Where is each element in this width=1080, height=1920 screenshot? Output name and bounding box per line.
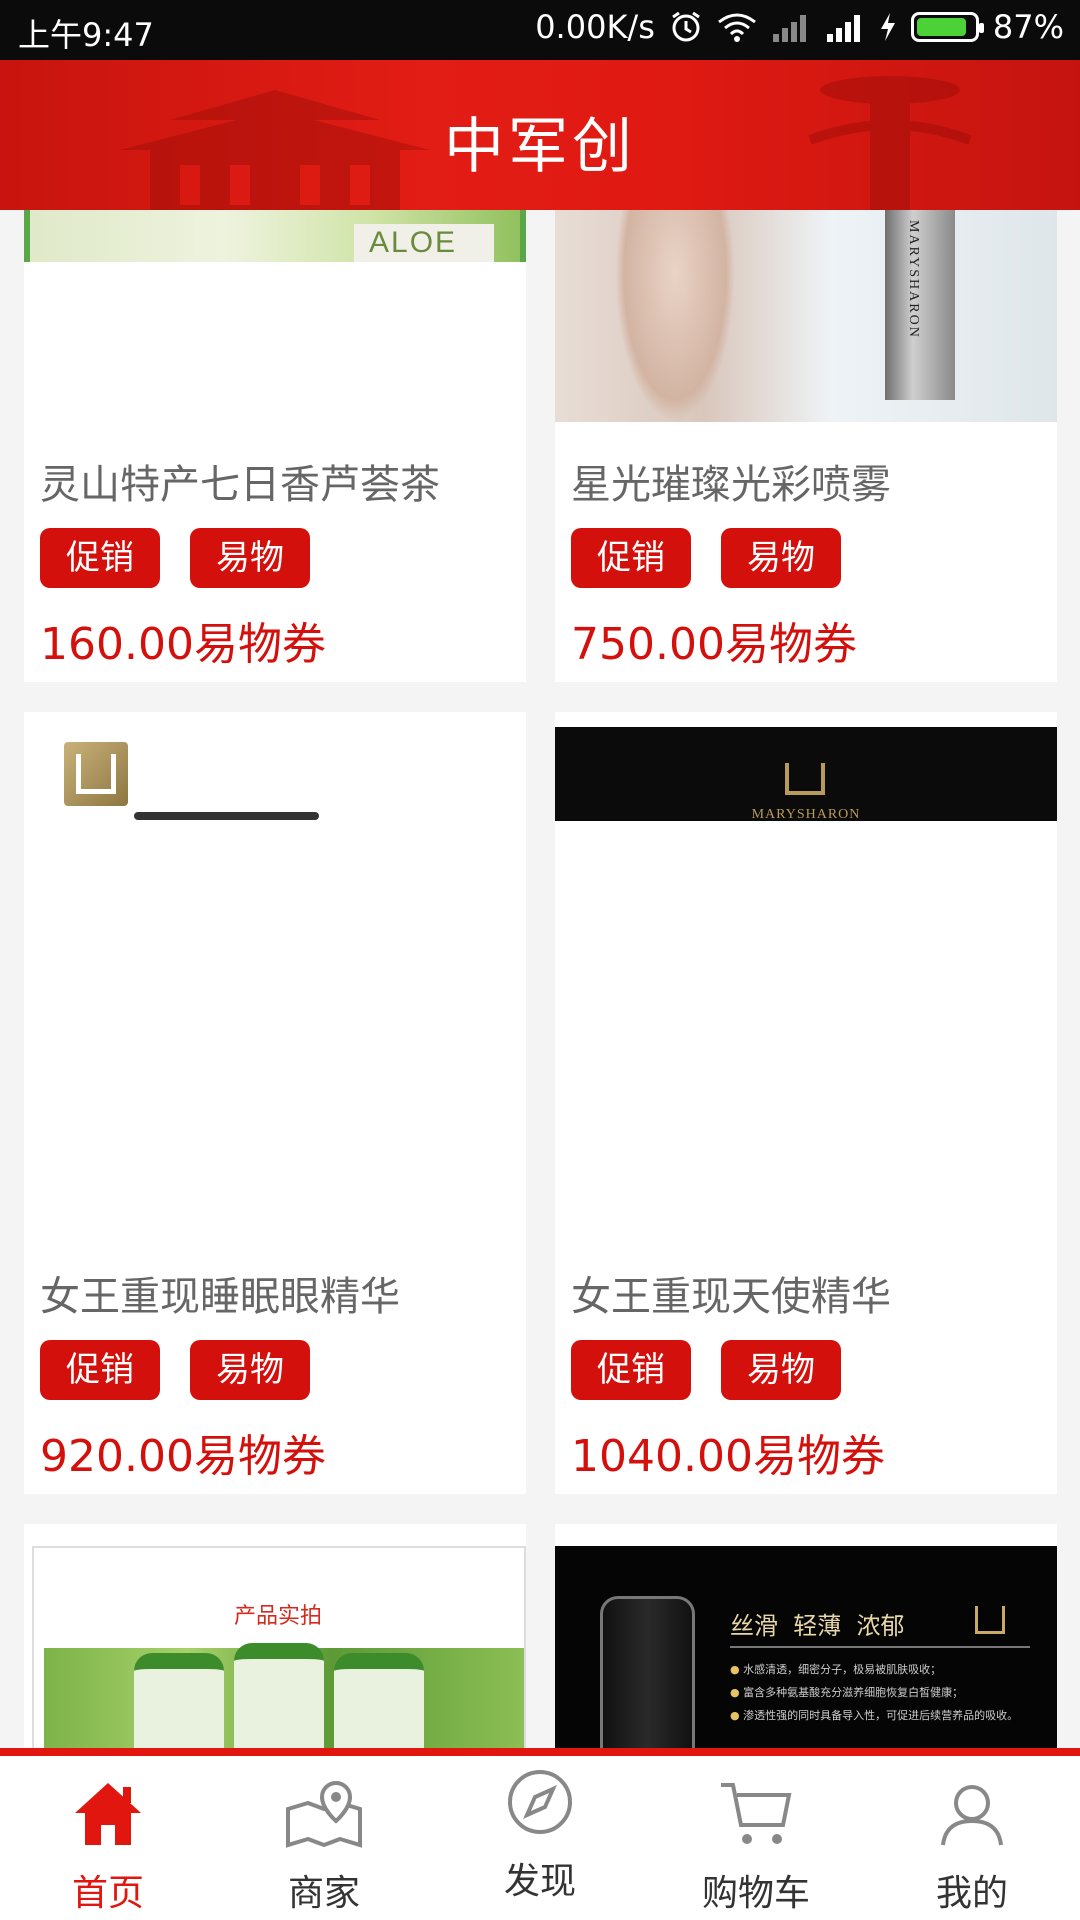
home-icon [66, 1772, 150, 1856]
product-card[interactable]: 产品实拍 [24, 1524, 526, 1750]
product-image-text: MARYSHARON [751, 807, 861, 821]
nav-label: 发现 [503, 1861, 576, 1902]
barter-tag: 易物 [721, 1340, 841, 1400]
product-tags: 促销 易物 [40, 528, 310, 588]
barter-tag: 易物 [190, 528, 310, 588]
product-image-bullet: ● 富含多种氨基酸充分滋养细胞恢复白皙健康； [730, 1686, 964, 1699]
product-image-title: 丝滑 轻薄 浓郁 [730, 1612, 905, 1640]
brand-logo [785, 763, 825, 795]
product-image [24, 712, 526, 822]
product-card[interactable]: 丝滑 轻薄 浓郁 ● 水感清透，细密分子，极易被肌肤吸收； ● 富含多种氨基酸充… [555, 1524, 1057, 1750]
promo-tag: 促销 [40, 528, 160, 588]
nav-label: 我的 [935, 1873, 1008, 1914]
alarm-icon [669, 10, 703, 44]
product-price: 920.00易物券 [40, 1431, 326, 1482]
charging-icon [879, 12, 897, 42]
product-image-text: 产品实拍 [234, 1604, 323, 1629]
battery-fill [916, 18, 966, 36]
promo-tag: 促销 [40, 1340, 160, 1400]
cart-icon [714, 1772, 798, 1856]
product-price: 1040.00易物券 [571, 1431, 885, 1482]
page-title: 中军创 [444, 112, 636, 182]
nav-cart[interactable]: 购物车 [648, 1756, 864, 1920]
wifi-icon [717, 12, 757, 42]
net-speed: 0.00K/s [535, 8, 655, 46]
product-name: 女王重现睡眠眼精华 [40, 1274, 400, 1320]
nav-label: 商家 [287, 1873, 360, 1914]
product-card[interactable]: ALOE 灵山特产七日香芦荟茶 促销 易物 160.00易物券 [24, 210, 526, 682]
product-tags: 促销 易物 [571, 1340, 841, 1400]
product-image: 产品实拍 [32, 1546, 526, 1750]
product-name: 女王重现天使精华 [571, 1274, 891, 1320]
barter-tag: 易物 [721, 528, 841, 588]
product-image-text: MARYSHARON [906, 220, 921, 339]
product-image: MARYSHARON [555, 210, 1057, 422]
promo-tag: 促销 [571, 528, 691, 588]
nav-label: 首页 [71, 1873, 144, 1914]
barter-tag: 易物 [190, 1340, 310, 1400]
brand-logo [975, 1606, 1005, 1634]
status-right: 0.00K/s 87% [535, 8, 1064, 46]
product-card[interactable]: MARYSHARON 女王重现天使精华 促销 易物 1040.00易物券 [555, 712, 1057, 1494]
product-image-bullet: ● 水感清透，细密分子，极易被肌肤吸收； [730, 1663, 942, 1676]
nav-discover[interactable]: 发现 [432, 1756, 648, 1920]
product-price: 750.00易物券 [571, 619, 857, 670]
nav-label: 购物车 [701, 1873, 810, 1914]
signal-icon [771, 12, 811, 42]
product-tags: 促销 易物 [571, 528, 841, 588]
product-image: MARYSHARON [555, 727, 1057, 821]
nav-merchants[interactable]: 商家 [216, 1756, 432, 1920]
product-grid[interactable]: ALOE 灵山特产七日香芦荟茶 促销 易物 160.00易物券 MARYSHAR… [0, 210, 1080, 1750]
product-image: ALOE [24, 210, 526, 262]
user-icon [930, 1772, 1014, 1856]
battery-percent: 87% [992, 8, 1064, 46]
app-header: 中军创 [0, 60, 1080, 210]
promo-tag: 促销 [571, 1340, 691, 1400]
product-name: 星光璀璨光彩喷雾 [571, 462, 891, 508]
status-time: 上午9:47 [18, 16, 154, 54]
product-image-text: ALOE [369, 226, 458, 259]
product-name: 灵山特产七日香芦荟茶 [40, 462, 440, 508]
product-image: 丝滑 轻薄 浓郁 ● 水感清透，细密分子，极易被肌肤吸收； ● 富含多种氨基酸充… [555, 1546, 1057, 1750]
product-bottle [600, 1596, 695, 1750]
product-price: 160.00易物券 [40, 619, 326, 670]
nav-profile[interactable]: 我的 [864, 1756, 1080, 1920]
product-image-bullets: ● 水感清透，细密分子，极易被肌肤吸收； ● 富含多种氨基酸充分滋养细胞恢复白皙… [730, 1658, 1018, 1727]
product-card[interactable]: MARYSHARON 星光璀璨光彩喷雾 促销 易物 750.00易物券 [555, 210, 1057, 682]
compass-icon [498, 1760, 582, 1844]
app-screen: 上午9:47 0.00K/s 87% 中军创 ALOE 灵山特产七日香芦荟茶 促… [0, 0, 1080, 1920]
product-image-bullet: ● 渗透性强的同时具备导入性，可促进后续营养品的吸收。 [730, 1709, 1019, 1722]
signal-icon-2 [825, 12, 865, 42]
product-tags: 促销 易物 [40, 1340, 310, 1400]
brand-logo [64, 742, 128, 806]
battery-icon [910, 12, 984, 42]
status-bar: 上午9:47 0.00K/s 87% [0, 0, 1080, 60]
nav-home[interactable]: 首页 [0, 1756, 216, 1920]
bottom-nav: 首页 商家 发现 购物车 我的 [0, 1748, 1080, 1920]
product-card[interactable]: 女王重现睡眠眼精华 促销 易物 920.00易物券 [24, 712, 526, 1494]
map-icon [282, 1772, 366, 1856]
